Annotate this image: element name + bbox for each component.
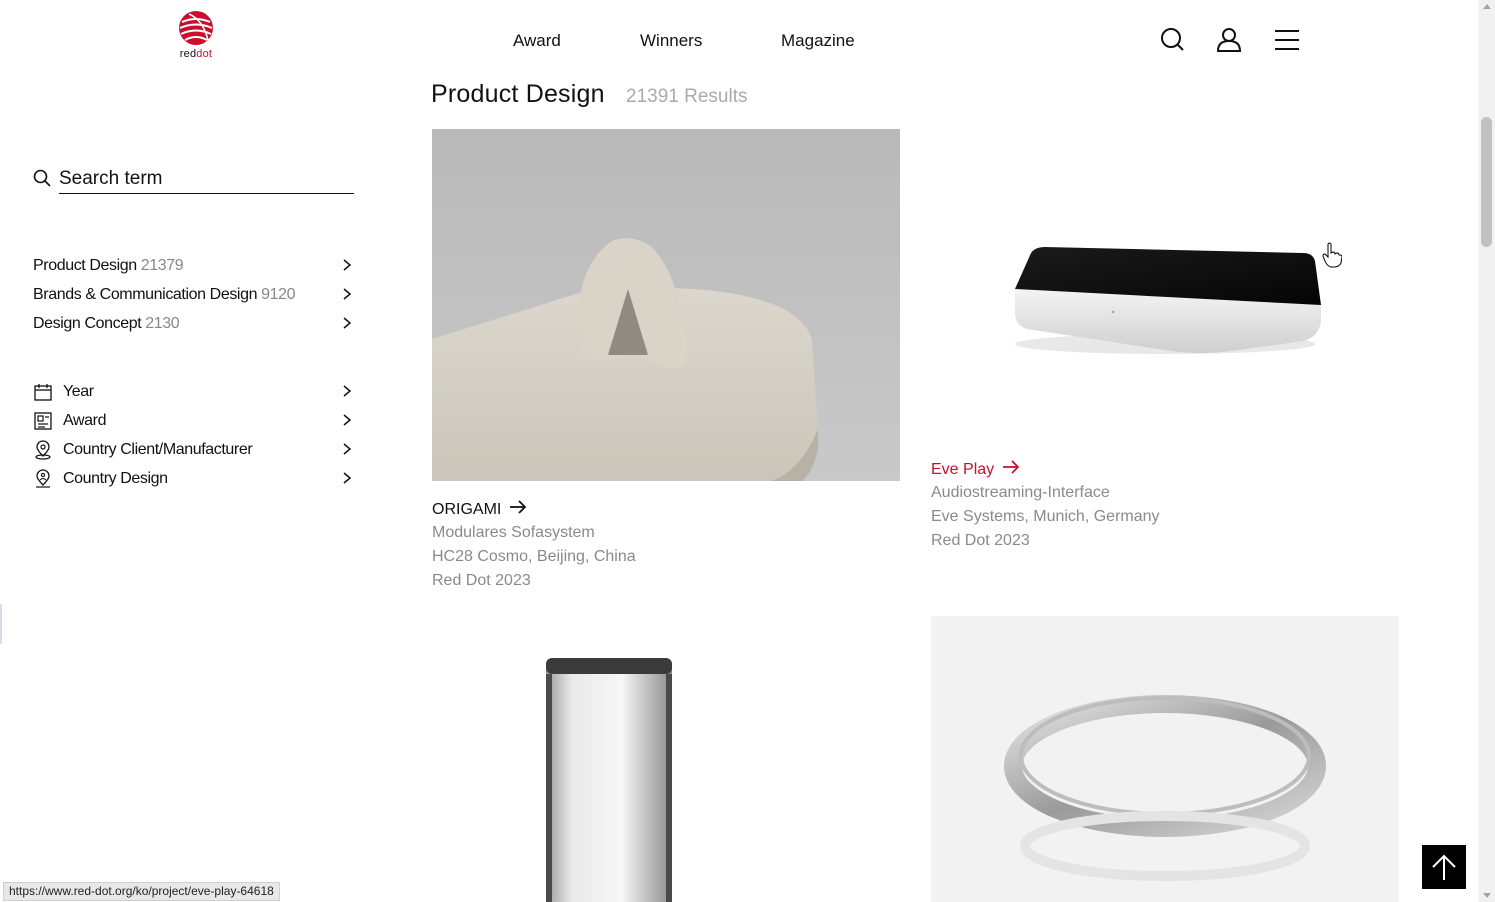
back-to-top-button[interactable]: [1422, 845, 1466, 889]
category-label: Brands & Communication Design: [33, 286, 258, 303]
vertical-scrollbar[interactable]: [1478, 0, 1495, 902]
product-award: Red Dot 2023: [432, 572, 531, 589]
chevron-right-icon: [342, 316, 352, 335]
product-description: Audiostreaming-Interface: [931, 484, 1110, 501]
location-person-icon: [33, 469, 53, 489]
search-icon[interactable]: [1159, 26, 1187, 54]
category-product-design[interactable]: Product Design 21379: [33, 254, 354, 278]
product-name-label: ORIGAMI: [432, 500, 502, 518]
product-image-origami[interactable]: [432, 129, 900, 481]
category-design-concept[interactable]: Design Concept 2130: [33, 312, 354, 336]
bracelet-image: [1004, 695, 1326, 881]
product-image-3[interactable]: [432, 616, 900, 902]
product-award: Red Dot 2023: [931, 532, 1030, 549]
page-title: Product Design: [431, 80, 605, 108]
category-count: 2130: [145, 315, 180, 332]
product-description: Modulares Sofasystem: [432, 524, 595, 541]
chevron-right-icon: [342, 384, 352, 403]
search-input[interactable]: [59, 164, 354, 194]
results-count: 21391 Results: [626, 86, 748, 107]
product-company: HC28 Cosmo, Beijing, China: [432, 548, 636, 565]
category-count: 9120: [261, 286, 296, 303]
chevron-right-icon: [342, 471, 352, 490]
filter-year[interactable]: Year: [33, 380, 354, 404]
hand-cursor-icon: [1322, 242, 1343, 273]
scroll-thumb[interactable]: [1481, 117, 1492, 247]
scroll-up-arrow-icon[interactable]: [1483, 4, 1491, 9]
category-brands-communication-design[interactable]: Brands & Communication Design 9120: [33, 283, 354, 307]
filter-label: Award: [63, 412, 107, 429]
product-name-origami[interactable]: ORIGAMI: [432, 499, 527, 520]
product-image-eve-play[interactable]: [931, 129, 1399, 439]
location-pin-icon: [33, 440, 53, 460]
product-name-eve-play[interactable]: Eve Play: [931, 459, 1020, 480]
chevron-right-icon: [342, 442, 352, 461]
filter-country-client-manufacturer[interactable]: Country Client/Manufacturer: [33, 438, 354, 462]
reddot-logo-icon: [179, 11, 213, 45]
scroll-down-arrow-icon[interactable]: [1483, 893, 1491, 898]
logo-text-dot: dot: [196, 48, 213, 60]
chevron-right-icon: [342, 258, 352, 277]
award-icon: [33, 411, 53, 431]
user-icon[interactable]: [1215, 26, 1243, 54]
search-icon: [33, 169, 51, 192]
product-company: Eve Systems, Munich, Germany: [931, 508, 1160, 525]
category-label: Product Design: [33, 257, 137, 274]
nav-award[interactable]: Award: [513, 31, 561, 51]
product-name-label: Eve Play: [931, 460, 995, 478]
arrow-up-icon: [1432, 854, 1456, 880]
category-label: Design Concept: [33, 315, 142, 332]
chevron-right-icon: [342, 413, 352, 432]
filter-label: Country Design: [63, 470, 168, 487]
menu-icon[interactable]: [1273, 26, 1301, 54]
filter-award[interactable]: Award: [33, 409, 354, 433]
filter-country-design[interactable]: Country Design: [33, 467, 354, 491]
logo-text: reddot: [172, 48, 220, 60]
nav-magazine[interactable]: Magazine: [781, 31, 855, 51]
arrow-right-icon: [1002, 459, 1020, 480]
left-edge-marker: [0, 604, 2, 644]
filter-label: Year: [63, 383, 94, 400]
category-count: 21379: [140, 257, 184, 274]
reddot-logo[interactable]: reddot: [172, 10, 220, 72]
arrow-right-icon: [509, 499, 527, 520]
search-box: [33, 164, 354, 194]
sofa-image: [432, 129, 900, 481]
filter-label: Country Client/Manufacturer: [63, 441, 253, 458]
chevron-right-icon: [342, 287, 352, 306]
eve-play-image: [1015, 247, 1321, 354]
product-image-4[interactable]: [931, 616, 1399, 902]
status-bar-url: https://www.red-dot.org/ko/project/eve-p…: [3, 882, 280, 901]
calendar-icon: [33, 382, 53, 402]
logo-text-red: red: [179, 48, 197, 60]
nav-winners[interactable]: Winners: [640, 31, 702, 51]
tube-lamp-image: [546, 658, 672, 902]
